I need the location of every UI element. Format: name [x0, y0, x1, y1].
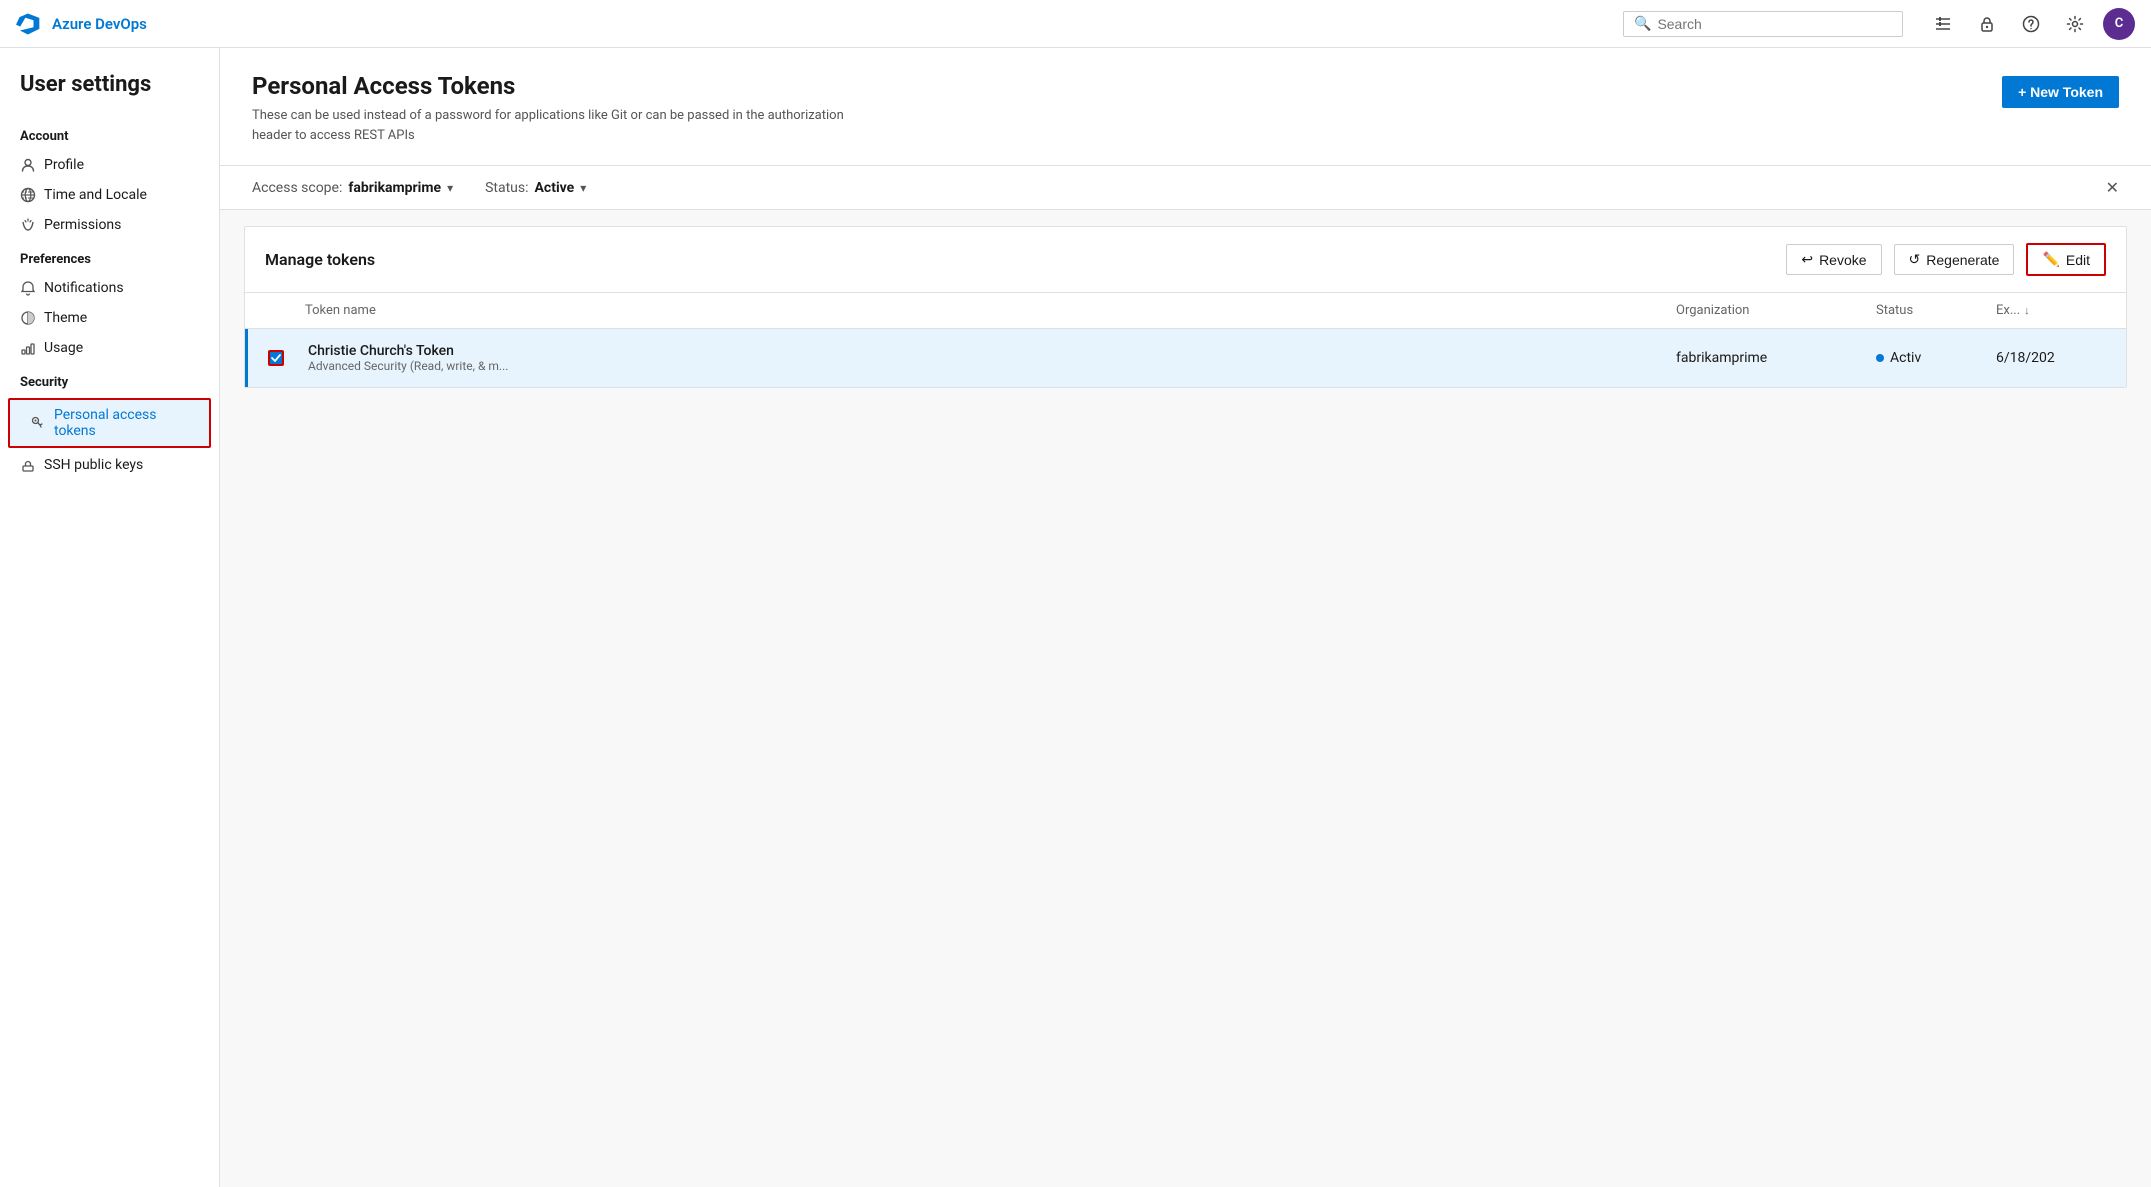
edit-button[interactable]: ✏️ Edit	[2026, 243, 2106, 276]
manage-tokens-title: Manage tokens	[265, 250, 1774, 269]
checkbox[interactable]	[268, 350, 284, 366]
scope-value: fabrikamprime	[348, 180, 441, 196]
page-subtitle: These can be used instead of a password …	[252, 106, 852, 165]
revoke-icon: ↩	[1801, 251, 1813, 268]
profile-icon	[20, 157, 36, 173]
topnav-icons: C	[1927, 8, 2135, 40]
token-status-cell: Activ	[1876, 350, 1996, 366]
new-token-button[interactable]: + New Token	[2002, 76, 2119, 108]
list-icon[interactable]	[1927, 8, 1959, 40]
col-status-header: Status	[1876, 303, 1996, 318]
edit-icon: ✏️	[2042, 251, 2059, 268]
page-header: Personal Access Tokens These can be used…	[220, 48, 2151, 166]
filter-bar: Access scope: fabrikamprime ▾ Status: Ac…	[220, 166, 2151, 210]
main-content: Personal Access Tokens These can be used…	[220, 48, 2151, 1187]
col-exp-header: Ex... ↓	[1996, 303, 2106, 318]
regenerate-button[interactable]: ↺ Regenerate	[1894, 244, 2015, 275]
sidebar-item-theme[interactable]: Theme	[0, 303, 219, 333]
status-chevron-icon: ▾	[580, 181, 586, 195]
lock-icon[interactable]	[1971, 8, 2003, 40]
section-account: Account	[0, 117, 219, 150]
status-dot	[1876, 354, 1884, 362]
col-checkbox-header	[265, 303, 305, 318]
status-label: Status:	[485, 180, 528, 196]
search-bar[interactable]: 🔍	[1623, 11, 1903, 37]
tokens-header: Manage tokens ↩ Revoke ↺ Regenerate ✏️ E…	[245, 227, 2126, 293]
help-icon[interactable]	[2015, 8, 2047, 40]
permissions-icon	[20, 217, 36, 233]
page-title: Personal Access Tokens	[252, 72, 852, 100]
topnav: Azure DevOps 🔍	[0, 0, 2151, 48]
ssh-icon	[20, 457, 36, 473]
table-row[interactable]: Christie Church's Token Advanced Securit…	[245, 329, 2126, 387]
table-header-row: Token name Organization Status Ex... ↓	[245, 293, 2126, 329]
sidebar-item-ssh[interactable]: SSH public keys	[0, 450, 219, 480]
app-logo[interactable]: Azure DevOps	[16, 10, 147, 38]
sidebar-title: User settings	[0, 72, 219, 117]
sort-icon[interactable]: ↓	[2024, 304, 2030, 317]
sidebar-item-profile[interactable]: Profile	[0, 150, 219, 180]
row-checkbox[interactable]	[268, 350, 308, 366]
scope-label: Access scope:	[252, 180, 342, 196]
avatar[interactable]: C	[2103, 8, 2135, 40]
layout: User settings Account Profile Time and L…	[0, 48, 2151, 1187]
pat-icon	[30, 415, 46, 431]
status-filter[interactable]: Status: Active ▾	[485, 180, 586, 196]
scope-filter[interactable]: Access scope: fabrikamprime ▾	[252, 180, 453, 196]
token-expiry-cell: 6/18/202	[1996, 350, 2106, 366]
search-input[interactable]	[1657, 16, 1892, 32]
notifications-icon	[20, 280, 36, 296]
sidebar-item-time-locale[interactable]: Time and Locale	[0, 180, 219, 210]
token-name-primary: Christie Church's Token	[308, 343, 1676, 359]
settings-icon[interactable]	[2059, 8, 2091, 40]
sidebar-item-permissions[interactable]: Permissions	[0, 210, 219, 240]
col-org-header: Organization	[1676, 303, 1876, 318]
search-icon: 🔍	[1634, 16, 1651, 32]
status-value: Active	[535, 180, 575, 196]
tokens-section: Manage tokens ↩ Revoke ↺ Regenerate ✏️ E…	[244, 226, 2127, 388]
section-security: Security	[0, 363, 219, 396]
token-name-secondary: Advanced Security (Read, write, & m...	[308, 359, 1676, 373]
sidebar-item-usage[interactable]: Usage	[0, 333, 219, 363]
token-org-cell: fabrikamprime	[1676, 350, 1876, 366]
sidebar-item-notifications[interactable]: Notifications	[0, 273, 219, 303]
scope-chevron-icon: ▾	[447, 181, 453, 195]
globe-icon	[20, 187, 36, 203]
sidebar: User settings Account Profile Time and L…	[0, 48, 220, 1187]
regenerate-icon: ↺	[1909, 251, 1921, 268]
section-preferences: Preferences	[0, 240, 219, 273]
token-name-cell: Christie Church's Token Advanced Securit…	[308, 343, 1676, 373]
page-header-left: Personal Access Tokens These can be used…	[252, 72, 852, 165]
token-table: Token name Organization Status Ex... ↓	[245, 293, 2126, 387]
sidebar-item-pat[interactable]: Personal access tokens	[10, 400, 209, 446]
filter-close-icon[interactable]: ✕	[2106, 178, 2119, 197]
col-name-header: Token name	[305, 303, 1676, 318]
usage-icon	[20, 340, 36, 356]
theme-icon	[20, 310, 36, 326]
revoke-button[interactable]: ↩ Revoke	[1786, 244, 1881, 275]
